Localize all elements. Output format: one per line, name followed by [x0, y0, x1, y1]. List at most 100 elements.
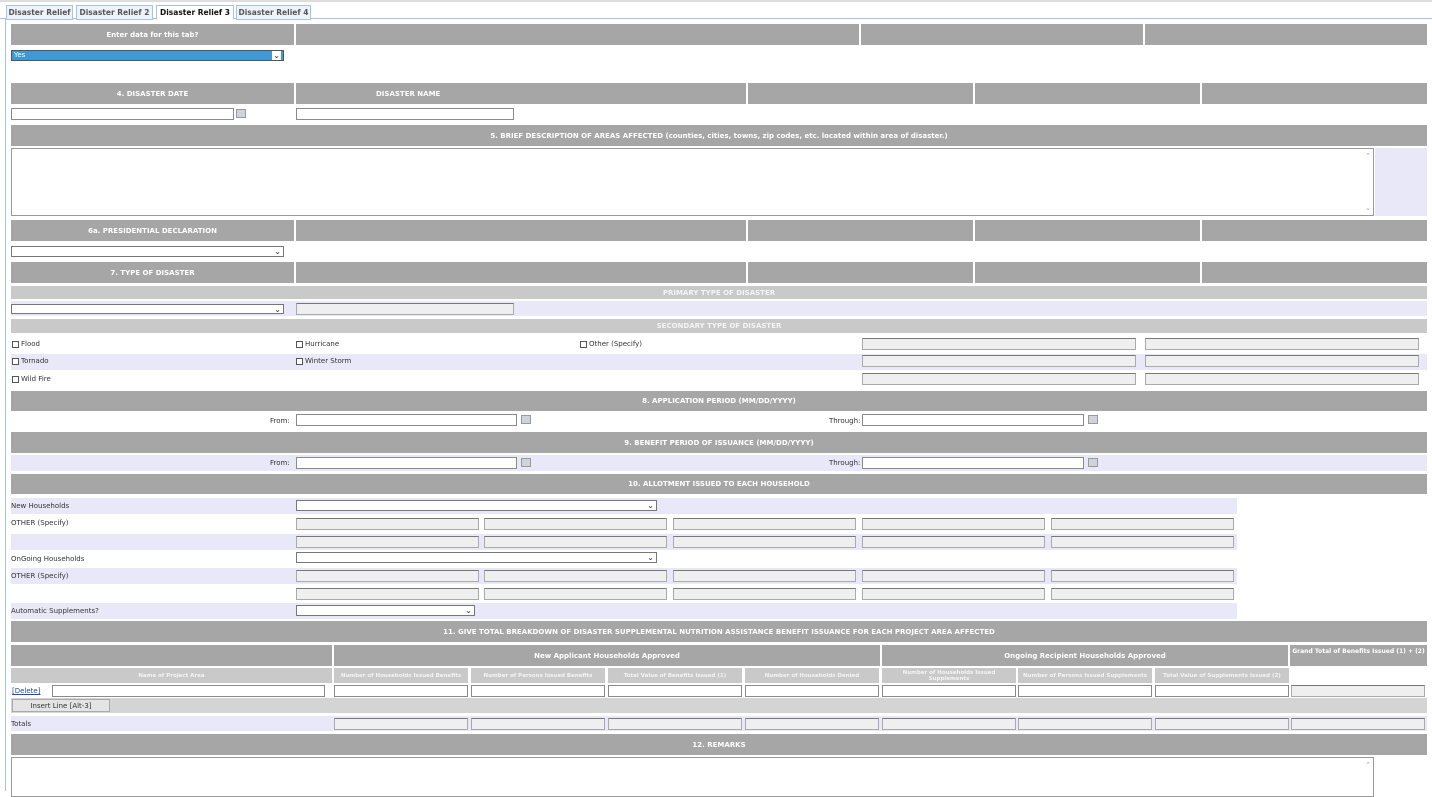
header-filler	[1202, 262, 1427, 283]
column-header: Total Value of Supplements Issued (2)	[1155, 668, 1289, 683]
other-specify-input	[1051, 536, 1234, 548]
other-specify-input	[673, 518, 856, 530]
chevron-down-icon: ⌄	[647, 501, 654, 510]
grand-total-totals-input	[1291, 718, 1425, 730]
checkbox-label: Flood	[21, 340, 40, 348]
grand-total-header: Grand Total of Benefits Issued (1) + (2)	[1290, 645, 1427, 666]
checkbox[interactable]	[296, 341, 303, 348]
scroll-up-icon[interactable]: ⌃	[1365, 152, 1371, 160]
ongoing-households-select[interactable]: ⌄	[296, 552, 657, 563]
tab-disaster-relief-3[interactable]: Disaster Relief 3	[156, 5, 234, 20]
frame-border	[5, 18, 6, 791]
application-through-label: Through:	[829, 417, 861, 425]
group-header-blank	[11, 645, 332, 666]
scroll-down-icon[interactable]: ⌄	[1365, 204, 1371, 212]
chevron-down-icon: ⌄	[274, 247, 281, 256]
checkbox[interactable]	[580, 341, 587, 348]
primary-type-select[interactable]: ⌄	[11, 304, 284, 314]
enter-data-select[interactable]: Yes ⌄	[11, 50, 284, 61]
disaster-date-input[interactable]	[11, 108, 234, 120]
disaster-name-input[interactable]	[296, 108, 514, 120]
checkbox-label: Hurricane	[305, 340, 340, 348]
checkbox-label: Tornado	[21, 357, 49, 365]
ongoing-group-header: Ongoing Recipient Households Approved	[882, 645, 1288, 666]
checkbox[interactable]	[12, 376, 19, 383]
automatic-supplements-select[interactable]: ⌄	[296, 605, 475, 616]
header-filler	[296, 24, 859, 45]
calendar-icon[interactable]	[1088, 415, 1098, 424]
other-specify-input	[1145, 373, 1419, 385]
other-specify-input	[1145, 355, 1419, 367]
new-households-select[interactable]: ⌄	[296, 500, 657, 511]
breakdown-input[interactable]	[1155, 685, 1289, 697]
checkbox[interactable]	[12, 358, 19, 365]
enter-data-value: Yes	[14, 51, 26, 59]
other-specify-input	[1145, 338, 1419, 350]
new-households-label: New Households	[11, 502, 70, 510]
alt-row	[11, 455, 1427, 471]
other-specify-input	[673, 588, 856, 600]
other-specify-input	[296, 536, 479, 548]
other-specify-input	[484, 536, 667, 548]
header-filler	[861, 24, 1143, 45]
header-filler	[296, 262, 746, 283]
benefit-through-input[interactable]	[862, 457, 1084, 469]
other-specify-input	[862, 588, 1045, 600]
tab-disaster-relief-2[interactable]: Disaster Relief 2	[76, 5, 153, 20]
grand-total-input	[1291, 685, 1425, 697]
calendar-icon[interactable]	[521, 458, 531, 467]
breakdown-input[interactable]	[471, 685, 605, 697]
checkbox[interactable]	[12, 341, 19, 348]
delete-link[interactable]: [Delete]	[12, 687, 40, 695]
chevron-down-icon: ⌄	[272, 51, 281, 60]
alt-row	[11, 603, 1237, 619]
insert-line-button[interactable]: Insert Line [Alt-3]	[12, 699, 110, 712]
header-filler	[748, 262, 973, 283]
remarks-header: 12. REMARKS	[11, 734, 1427, 755]
calendar-icon[interactable]	[1088, 458, 1098, 467]
other-specify-input	[1051, 570, 1234, 582]
tab-disaster-relief-4[interactable]: Disaster Relief 4	[236, 5, 311, 20]
column-header: Total Value of Benefits Issued (1)	[608, 668, 742, 683]
calendar-icon[interactable]	[236, 109, 246, 118]
checkbox[interactable]	[296, 358, 303, 365]
totals-input	[471, 718, 605, 730]
chevron-down-icon: ⌄	[647, 553, 654, 562]
breakdown-input[interactable]	[882, 685, 1016, 697]
breakdown-input[interactable]	[745, 685, 879, 697]
calendar-icon[interactable]	[521, 415, 531, 424]
other-specify-input	[1051, 518, 1234, 530]
other-specify-input	[484, 570, 667, 582]
other-specify-input	[296, 518, 479, 530]
other-specify-input	[862, 518, 1045, 530]
tab-disaster-relief[interactable]: Disaster Relief	[6, 5, 73, 20]
remarks-textarea[interactable]: ⌃	[11, 757, 1374, 797]
checkbox-label: Other (Specify)	[589, 340, 643, 348]
application-through-input[interactable]	[862, 414, 1084, 426]
column-header: Number of Households Denied	[745, 668, 879, 683]
header-filler	[975, 220, 1200, 241]
other-specify-input	[862, 373, 1136, 385]
column-header: Number of Persons Issued Supplements	[1018, 668, 1152, 683]
benefit-from-input[interactable]	[296, 457, 517, 469]
breakdown-input[interactable]	[608, 685, 742, 697]
scroll-up-icon[interactable]: ⌃	[1365, 761, 1371, 769]
header-filler	[1145, 24, 1427, 45]
other-specify-input	[862, 536, 1045, 548]
other-specify-label: OTHER (Specify)	[11, 572, 69, 580]
breakdown-input[interactable]	[1018, 685, 1152, 697]
application-from-input[interactable]	[296, 414, 517, 426]
column-header: Name of Project Area	[11, 668, 332, 683]
areas-affected-textarea[interactable]: ⌃ ⌄	[11, 148, 1374, 216]
project-area-name-input[interactable]	[52, 685, 325, 697]
breakdown-input[interactable]	[334, 685, 468, 697]
presidential-declaration-select[interactable]: ⌄	[11, 246, 284, 257]
tab-bar: Disaster Relief Disaster Relief 2 Disast…	[0, 0, 1432, 20]
header-filler	[975, 83, 1200, 104]
totals-input	[882, 718, 1016, 730]
new-applicant-group-header: New Applicant Households Approved	[334, 645, 880, 666]
totals-input	[1155, 718, 1289, 730]
column-header: Number of Households Issued Supplements	[882, 668, 1016, 683]
secondary-type-header: SECONDARY TYPE OF DISASTER	[11, 319, 1427, 333]
totals-input	[334, 718, 468, 730]
